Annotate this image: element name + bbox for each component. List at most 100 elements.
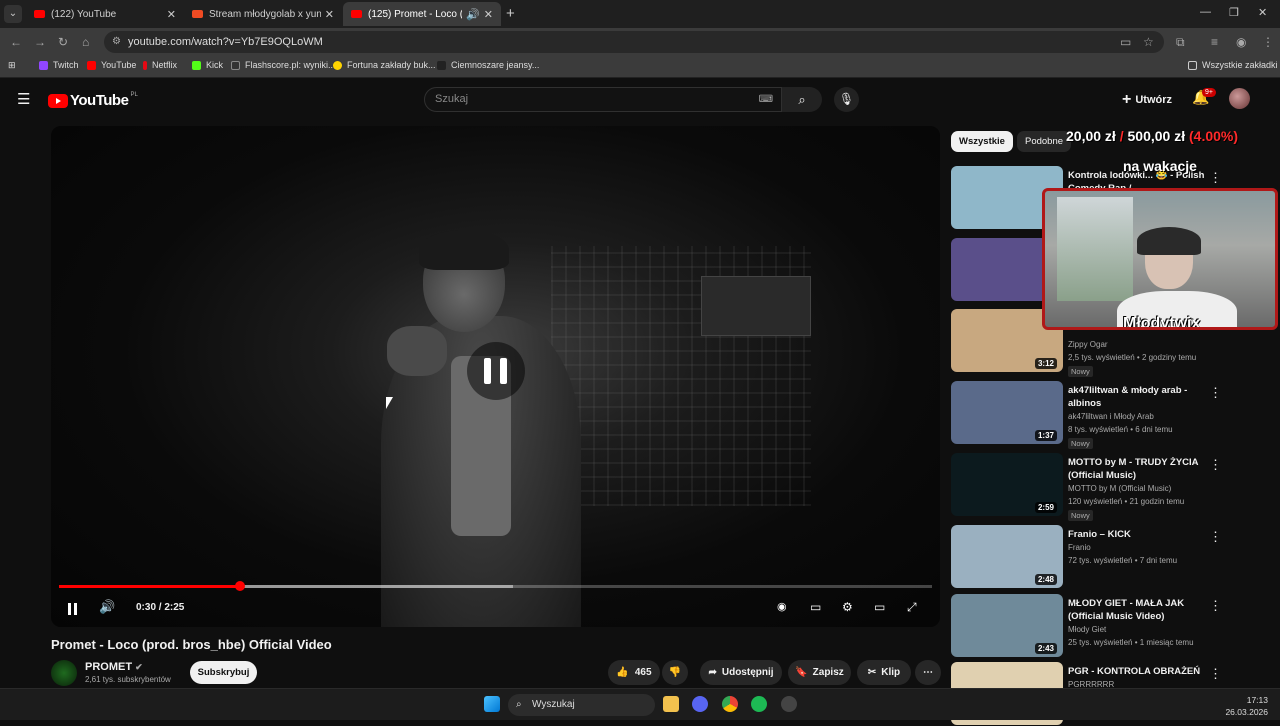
related-channel-name[interactable]: Zippy Ogar: [1068, 340, 1108, 349]
address-input[interactable]: ⚙ youtube.com/watch?v=Yb7E9OQLoWM: [104, 31, 1164, 53]
big-pause-icon[interactable]: [467, 342, 525, 400]
autoplay-toggle-icon[interactable]: ◉: [777, 600, 787, 613]
more-options-icon[interactable]: ⋮: [1209, 457, 1222, 473]
windows-start-icon[interactable]: [484, 696, 500, 712]
more-options-icon[interactable]: ⋮: [1209, 529, 1222, 545]
video-thumbnail[interactable]: 2:48: [951, 525, 1063, 588]
close-tab-icon[interactable]: ✕: [484, 8, 493, 21]
app-icon[interactable]: [781, 696, 797, 712]
profile-icon[interactable]: ◉: [1236, 35, 1246, 49]
youtube-logo[interactable]: YouTube PL: [48, 92, 138, 109]
forward-icon[interactable]: →: [34, 35, 46, 49]
related-channel-name[interactable]: MOTTO by M (Official Music): [1068, 484, 1171, 493]
bookmark-youtube[interactable]: YouTube: [87, 60, 136, 70]
keyboard-icon[interactable]: ⌨: [759, 88, 773, 111]
video-thumbnail[interactable]: 2:43: [951, 594, 1063, 657]
browser-tab-stream[interactable]: Stream młodygolab x yungmio ✕: [184, 2, 342, 26]
related-video-item[interactable]: 2:48 Franio – KICK Franio 72 tys. wyświetle…: [951, 525, 1271, 589]
channel-name[interactable]: PROMET ✔: [85, 661, 143, 673]
related-video-item[interactable]: 2:59 MOTTO by M - TRUDY ŻYCIA (Official M…: [951, 453, 1271, 521]
progress-bar[interactable]: [59, 581, 932, 591]
video-thumbnail[interactable]: 2:59: [951, 453, 1063, 516]
chrome-icon[interactable]: [722, 696, 738, 712]
restore-icon[interactable]: ❐: [1229, 6, 1239, 19]
related-video-item[interactable]: 1:37 ak47liltwan & młody arab - albinos ak…: [951, 381, 1271, 449]
more-options-icon[interactable]: ⋮: [1209, 666, 1222, 682]
account-avatar[interactable]: [1229, 88, 1250, 109]
home-icon[interactable]: ⌂: [82, 35, 89, 49]
discord-icon[interactable]: [692, 696, 708, 712]
back-icon[interactable]: ←: [10, 35, 22, 49]
browser-tab-youtube[interactable]: (122) YouTube ✕: [26, 2, 184, 26]
theater-mode-icon[interactable]: ▭: [874, 600, 885, 614]
fullscreen-icon[interactable]: ⤢: [907, 600, 917, 615]
more-options-icon[interactable]: ⋮: [1209, 170, 1222, 186]
youtube-favicon-icon: [34, 10, 45, 18]
reload-icon[interactable]: ↻: [58, 35, 68, 49]
pause-button[interactable]: [67, 603, 78, 615]
subtitles-icon[interactable]: ▭: [810, 600, 821, 614]
dislike-button[interactable]: 👎: [662, 660, 688, 685]
minimize-icon[interactable]: —: [1200, 6, 1211, 18]
search-input[interactable]: Szukaj ⌨: [424, 87, 782, 112]
tab-title: Stream młodygolab x yungmio: [209, 8, 321, 20]
chrome-menu-icon[interactable]: ⋮: [1262, 35, 1274, 49]
spotify-icon[interactable]: [751, 696, 767, 712]
twitch-icon: [39, 60, 48, 70]
search-button[interactable]: ⌕: [782, 87, 822, 112]
extensions-icon[interactable]: ⧉: [1176, 35, 1185, 50]
site-info-icon[interactable]: ⚙: [112, 31, 121, 53]
tab-list-chevron-icon[interactable]: ⌄: [4, 5, 22, 23]
close-window-icon[interactable]: ✕: [1258, 6, 1267, 19]
more-actions-button[interactable]: ⋯: [915, 660, 941, 685]
save-button[interactable]: 🔖 Zapisz: [788, 660, 851, 685]
volume-icon[interactable]: 🔊: [99, 599, 115, 615]
bookmark-star-icon[interactable]: ☆: [1143, 35, 1154, 49]
related-video-title[interactable]: PGR - KONTROLA OBRAŻEŃ: [1068, 665, 1208, 678]
related-video-title[interactable]: MŁODY GIET - MAŁA JAK (Official Music Vi…: [1068, 597, 1208, 623]
clip-button[interactable]: ✂ Klip: [857, 660, 911, 685]
bookmark-twitch[interactable]: Twitch: [39, 60, 79, 70]
related-video-title[interactable]: ak47liltwan & młody arab - albinos: [1068, 384, 1208, 410]
close-tab-icon[interactable]: ✕: [325, 8, 334, 21]
related-channel-name[interactable]: ak47liltwan i Młody Arab: [1068, 412, 1154, 421]
bookmark-netflix[interactable]: Netflix: [143, 60, 177, 70]
share-button[interactable]: ➦ Udostępnij: [700, 660, 782, 685]
channel-avatar[interactable]: [51, 660, 77, 686]
settings-gear-icon[interactable]: ⚙: [842, 600, 853, 614]
related-video-item[interactable]: 2:43 MŁODY GIET - MAŁA JAK (Official Musi…: [951, 594, 1271, 658]
hamburger-menu-icon[interactable]: ☰: [17, 90, 30, 108]
system-clock[interactable]: 17:13 26.03.2026: [1225, 694, 1268, 718]
apps-grid-icon[interactable]: ⊞: [8, 60, 16, 71]
new-tab-icon[interactable]: +: [506, 5, 515, 22]
video-player[interactable]: 🔊 0:30 / 2:25 ◉ ▭ ⚙ ▭ ⤢: [51, 126, 940, 627]
related-channel-name[interactable]: Młody Giet: [1068, 625, 1106, 634]
install-app-icon[interactable]: ▭: [1120, 35, 1131, 49]
browser-tab-promet[interactable]: (125) Promet - Loco (prod. b 🔊 ✕: [343, 2, 501, 26]
all-bookmarks[interactable]: Wszystkie zakładki: [1188, 60, 1278, 70]
more-options-icon[interactable]: ⋮: [1209, 385, 1222, 401]
bookmark-fortuna[interactable]: Fortuna zakłady buk...: [333, 60, 436, 70]
search-icon: ⌕: [798, 92, 806, 107]
scrubber-handle[interactable]: [234, 581, 245, 591]
create-button[interactable]: + Utwórz: [1122, 91, 1172, 109]
related-channel-name[interactable]: Franio: [1068, 543, 1091, 552]
chip-related[interactable]: Podobne: [1017, 131, 1072, 152]
taskbar-search[interactable]: ⌕ Wyszukaj: [508, 694, 655, 716]
bookmark-jeans[interactable]: Ciemnoszare jeansy...: [437, 60, 539, 70]
more-options-icon[interactable]: ⋮: [1209, 598, 1222, 614]
related-video-title[interactable]: Franio – KICK: [1068, 528, 1208, 541]
tab-title: (125) Promet - Loco (prod. b: [368, 8, 462, 20]
like-button[interactable]: 👍 465: [608, 660, 660, 685]
subscribe-button[interactable]: Subskrybuj: [190, 661, 257, 684]
file-explorer-icon[interactable]: [663, 696, 679, 712]
video-thumbnail[interactable]: 1:37: [951, 381, 1063, 444]
bookmark-flashscore[interactable]: Flashscore.pl: wyniki...: [231, 60, 336, 70]
audio-playing-icon[interactable]: 🔊: [466, 8, 480, 21]
bookmark-kick[interactable]: Kick: [192, 60, 223, 70]
close-tab-icon[interactable]: ✕: [167, 8, 176, 21]
media-control-icon[interactable]: ≡: [1211, 35, 1218, 49]
chip-all[interactable]: Wszystkie: [951, 131, 1013, 152]
related-video-title[interactable]: MOTTO by M - TRUDY ŻYCIA (Official Music…: [1068, 456, 1208, 482]
voice-search-button[interactable]: 🎙: [834, 87, 859, 112]
